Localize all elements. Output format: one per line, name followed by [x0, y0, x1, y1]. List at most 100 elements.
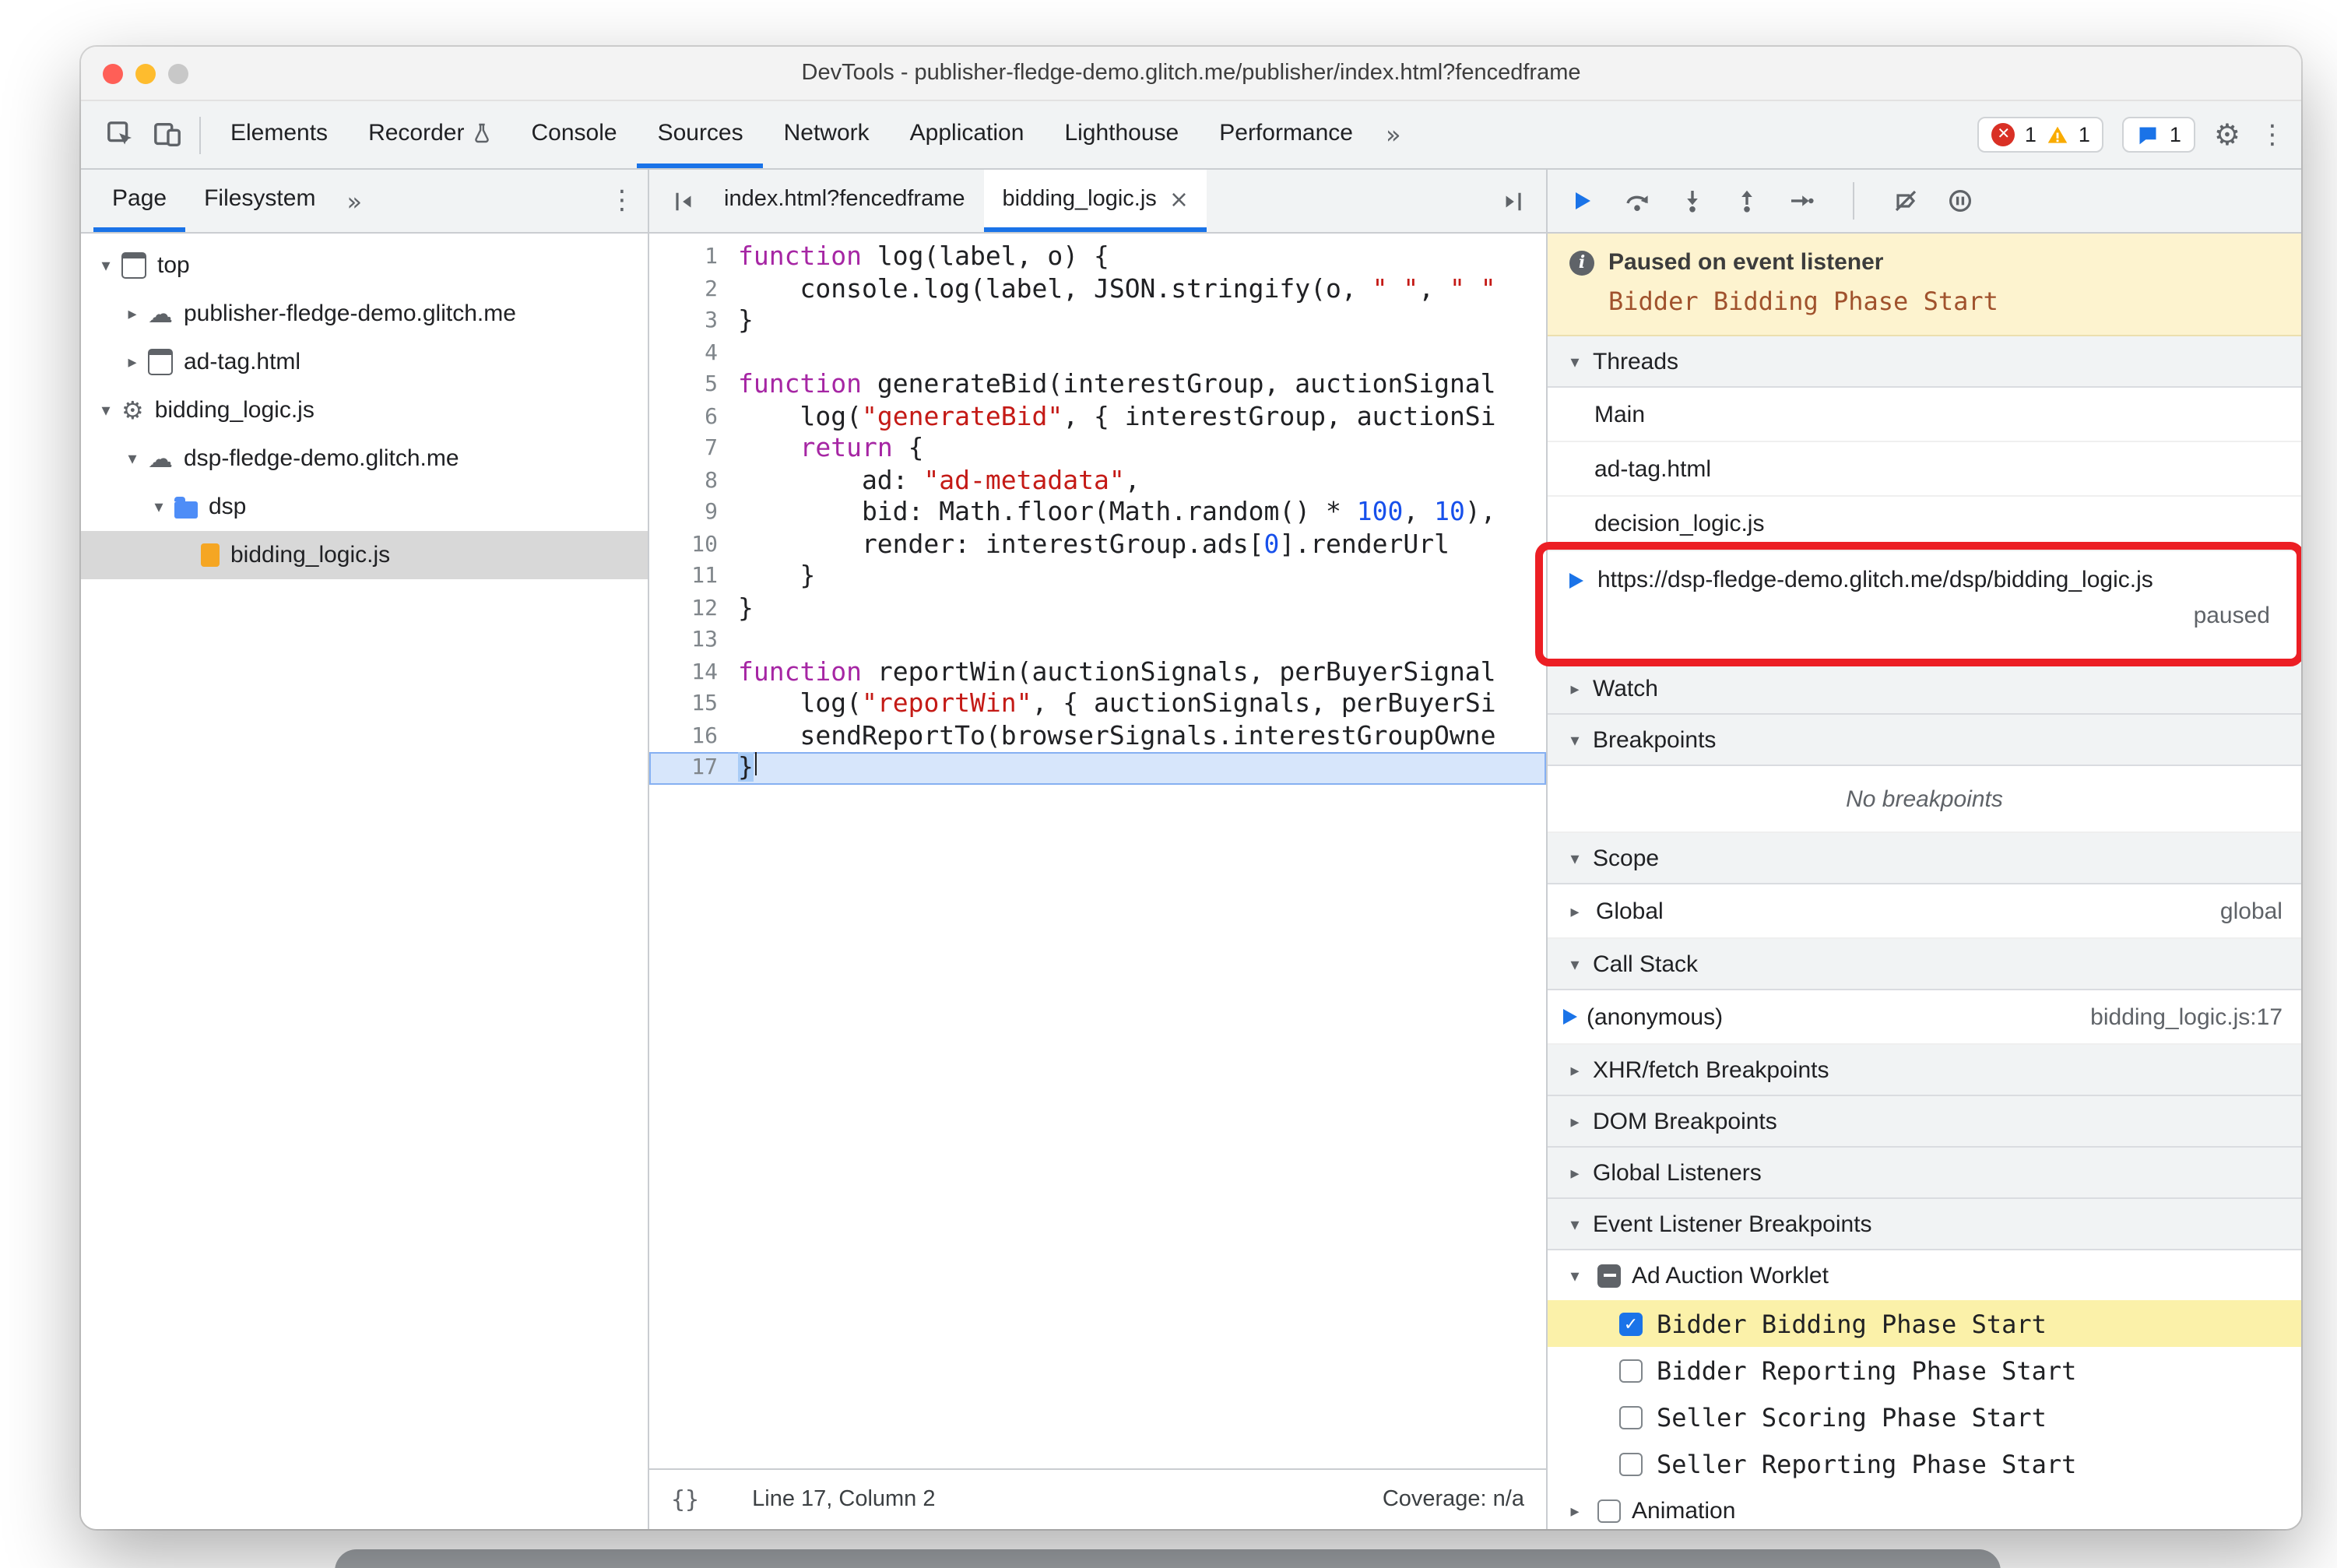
line-number[interactable]: 7 — [649, 433, 738, 465]
close-window-button[interactable] — [103, 63, 123, 83]
step-over-button[interactable] — [1624, 188, 1650, 213]
code-line-10[interactable]: 10 render: interestGroup.ads[0].renderUr… — [649, 529, 1546, 561]
toolbar-tab-recorder[interactable]: Recorder — [348, 101, 511, 168]
code-line-7[interactable]: 7 return { — [649, 433, 1546, 465]
resume-script-button[interactable] — [1569, 188, 1594, 213]
code-line-8[interactable]: 8 ad: "ad-metadata", — [649, 465, 1546, 497]
source-code-view[interactable]: 1 function log(label, o) {2 console.log(l… — [649, 234, 1546, 1468]
more-navigator-tabs-chevron-icon[interactable]: » — [346, 186, 362, 216]
call-stack-frame[interactable]: (anonymous) bidding_logic.js:17 — [1548, 990, 2301, 1045]
thread-row-active-bidding-logic[interactable]: https://dsp-fledge-demo.glitch.me/dsp/bi… — [1535, 542, 2301, 666]
indeterminate-checkbox[interactable] — [1597, 1264, 1621, 1287]
collapse-arrow-icon[interactable]: ▾ — [93, 400, 118, 420]
toolbar-tab-performance[interactable]: Performance — [1199, 101, 1373, 168]
event-category-ad-auction-worklet[interactable]: ▾ Ad Auction Worklet — [1548, 1250, 2301, 1300]
more-panels-chevron-icon[interactable]: » — [1386, 120, 1401, 149]
line-number[interactable]: 5 — [649, 369, 738, 401]
line-number[interactable]: 8 — [649, 465, 738, 497]
toolbar-tab-sources[interactable]: Sources — [637, 101, 764, 168]
unchecked-checkbox[interactable] — [1619, 1452, 1643, 1475]
line-number[interactable]: 1 — [649, 241, 738, 273]
tree-item-top[interactable]: ▾ top — [81, 241, 648, 290]
line-number[interactable]: 12 — [649, 592, 738, 624]
section-header-xhr-breakpoints[interactable]: ▸ XHR/fetch Breakpoints — [1548, 1045, 2301, 1096]
main-menu-kebab-icon[interactable]: ⋮ — [2259, 119, 2286, 150]
unchecked-checkbox[interactable] — [1619, 1359, 1643, 1382]
pretty-print-icon[interactable]: {} — [671, 1485, 699, 1514]
event-breakpoint-bidder-reporting-phase-start[interactable]: Bidder Reporting Phase Start — [1548, 1347, 2301, 1394]
thread-row-decision-logic[interactable]: decision_logic.js — [1548, 497, 2301, 551]
deactivate-breakpoints-button[interactable] — [1893, 188, 1918, 213]
code-line-15[interactable]: 15 log("reportWin", { auctionSignals, pe… — [649, 688, 1546, 720]
section-header-call-stack[interactable]: ▾ Call Stack — [1548, 939, 2301, 990]
expand-arrow-icon[interactable]: ▸ — [120, 304, 145, 324]
code-line-9[interactable]: 9 bid: Math.floor(Math.random() * 100, 1… — [649, 497, 1546, 529]
settings-gear-icon[interactable]: ⚙ — [2214, 118, 2240, 152]
code-line-11[interactable]: 11 } — [649, 561, 1546, 592]
line-number[interactable]: 2 — [649, 273, 738, 305]
code-line-13[interactable]: 13 — [649, 624, 1546, 656]
tab-filesystem[interactable]: Filesystem — [185, 170, 334, 232]
line-number[interactable]: 17 — [649, 752, 738, 784]
event-breakpoint-bidder-bidding-phase-start[interactable]: ✓ Bidder Bidding Phase Start — [1548, 1300, 2301, 1347]
expand-arrow-icon[interactable]: ▸ — [1563, 901, 1587, 921]
tree-item-ad-tag-html[interactable]: ▸ ad-tag.html — [81, 338, 648, 386]
expand-arrow-icon[interactable]: ▸ — [1563, 1500, 1587, 1521]
line-number[interactable]: 15 — [649, 688, 738, 720]
code-line-2[interactable]: 2 console.log(label, JSON.stringify(o, "… — [649, 273, 1546, 305]
tree-item-dsp-fledge-demo-glitch-me[interactable]: ▾ ☁ dsp-fledge-demo.glitch.me — [81, 434, 648, 483]
code-line-5[interactable]: 5 function generateBid(interestGroup, auc… — [649, 369, 1546, 401]
navigator-menu-kebab-icon[interactable]: ⋮ — [609, 185, 635, 216]
section-header-watch[interactable]: ▸ Watch — [1548, 663, 2301, 715]
code-line-14[interactable]: 14 function reportWin(auctionSignals, per… — [649, 656, 1546, 688]
thread-row-main[interactable]: Main — [1548, 388, 2301, 442]
event-breakpoint-seller-scoring-phase-start[interactable]: Seller Scoring Phase Start — [1548, 1394, 2301, 1440]
line-number[interactable]: 16 — [649, 720, 738, 752]
unchecked-checkbox[interactable] — [1619, 1405, 1643, 1429]
section-header-scope[interactable]: ▾ Scope — [1548, 833, 2301, 884]
unchecked-checkbox[interactable] — [1597, 1499, 1621, 1522]
section-header-breakpoints[interactable]: ▾ Breakpoints — [1548, 715, 2301, 766]
editor-tab-index-html[interactable]: index.html?fencedframe — [705, 170, 984, 232]
tree-item-dsp[interactable]: ▾ dsp — [81, 483, 648, 531]
toolbar-tab-elements[interactable]: Elements — [210, 101, 348, 168]
toolbar-tab-lighthouse[interactable]: Lighthouse — [1044, 101, 1199, 168]
line-number[interactable]: 4 — [649, 337, 738, 369]
code-line-3[interactable]: 3} — [649, 305, 1546, 337]
section-header-event-listener-breakpoints[interactable]: ▾ Event Listener Breakpoints — [1548, 1199, 2301, 1250]
minimize-window-button[interactable] — [135, 63, 156, 83]
collapse-arrow-icon[interactable]: ▾ — [93, 255, 118, 276]
zoom-window-button[interactable] — [168, 63, 188, 83]
expand-arrow-icon[interactable]: ▸ — [120, 352, 145, 372]
event-breakpoint-seller-reporting-phase-start[interactable]: Seller Reporting Phase Start — [1548, 1440, 2301, 1487]
collapse-arrow-icon[interactable]: ▾ — [120, 448, 145, 469]
step-into-button[interactable] — [1680, 188, 1705, 213]
tree-item-publisher-fledge-demo-glitch-me[interactable]: ▸ ☁ publisher-fledge-demo.glitch.me — [81, 290, 648, 338]
step-out-button[interactable] — [1734, 188, 1759, 213]
code-line-17[interactable]: 17} — [649, 752, 1546, 784]
thread-row-ad-tag[interactable]: ad-tag.html — [1548, 442, 2301, 497]
toolbar-tab-network[interactable]: Network — [764, 101, 890, 168]
code-line-16[interactable]: 16 sendReportTo(browserSignals.interestG… — [649, 720, 1546, 752]
step-button[interactable] — [1789, 188, 1814, 213]
tree-item-bidding-logic-js[interactable]: ▾ ⚙ bidding_logic.js — [81, 386, 648, 434]
event-category-animation[interactable]: ▸ Animation — [1548, 1487, 2301, 1529]
tab-page[interactable]: Page — [93, 170, 186, 232]
tree-item-bidding-logic-js[interactable]: bidding_logic.js — [81, 531, 648, 579]
open-file-navigation-button[interactable] — [1490, 170, 1534, 232]
pause-on-exceptions-button[interactable] — [1948, 188, 1973, 213]
code-line-6[interactable]: 6 log("generateBid", { interestGroup, au… — [649, 401, 1546, 433]
line-number[interactable]: 14 — [649, 656, 738, 688]
section-header-dom-breakpoints[interactable]: ▸ DOM Breakpoints — [1548, 1096, 2301, 1148]
inspect-element-button[interactable] — [97, 111, 143, 158]
editor-tab-bidding-logic[interactable]: bidding_logic.js × — [983, 170, 1207, 232]
toolbar-tab-console[interactable]: Console — [511, 101, 637, 168]
line-number[interactable]: 11 — [649, 561, 738, 592]
issues-button[interactable]: 1 — [2122, 117, 2195, 153]
code-line-4[interactable]: 4 — [649, 337, 1546, 369]
section-header-threads[interactable]: ▾ Threads — [1548, 336, 2301, 388]
console-status-chip[interactable]: ✕ 1 1 — [1977, 117, 2104, 153]
code-line-1[interactable]: 1 function log(label, o) { — [649, 241, 1546, 273]
toolbar-tab-application[interactable]: Application — [890, 101, 1045, 168]
line-number[interactable]: 9 — [649, 497, 738, 529]
